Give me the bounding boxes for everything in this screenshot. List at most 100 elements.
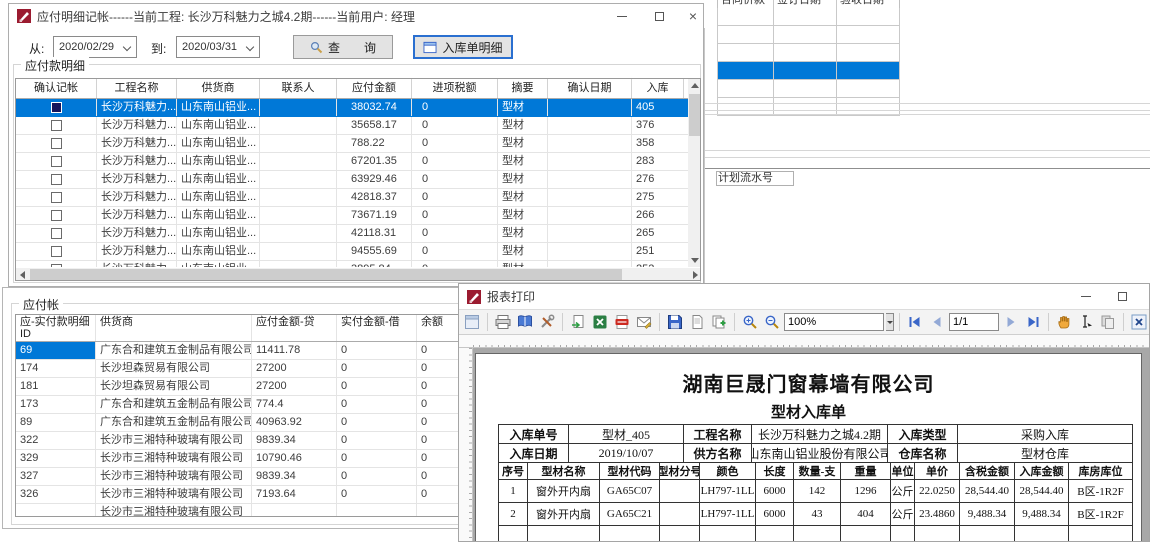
confirm-checkbox[interactable] [51,228,62,239]
zoom-in-icon[interactable] [740,312,760,332]
window-title: 应付明细记帐------当前工程: 长沙万科魅力之城4.2期------当前用户… [37,8,415,25]
zoom-level-input[interactable] [784,313,884,331]
column-header: 应付金额 [337,79,412,98]
table-row[interactable]: 174 长沙坦森贸易有限公司 27200 0 0 [16,360,526,378]
column-header: 单价 [915,463,960,480]
divider [705,103,1150,104]
table-row[interactable]: 长沙万科魅力... 山东南山铝业... 73671.19 0 型材 266 [16,207,688,225]
column-header: 摘要 [498,79,548,98]
email-icon[interactable] [634,312,654,332]
column-header: 实付金额-借 [337,315,417,341]
payable-detail-titlebar[interactable]: 应付明细记帐------当前工程: 长沙万科魅力之城4.2期------当前用户… [9,4,703,28]
table-row[interactable]: 长沙万科魅力... 山东南山铝业... 94555.69 0 型材 251 [16,243,688,261]
column-header: 确认日期 [548,79,632,98]
table-row[interactable]: 长沙万科魅力... 山东南山铝业... 67201.35 0 型材 283 [16,153,688,171]
detail-row: 2 窗外开内扇 GA65C21 LH797-1LL 6000 43 404 公斤… [499,503,1133,526]
table-row[interactable]: 327 长沙市三湘特种玻璃有限公司 9839.34 0 0 [16,468,526,486]
report-toolbar [459,309,1149,335]
next-page-icon[interactable] [1001,312,1021,332]
table-row[interactable]: 长沙万科魅力... 山东南山铝业... 35658.17 0 型材 376 [16,117,688,135]
horizontal-scrollbar[interactable] [16,268,701,281]
print-preview-area[interactable]: 湖南巨晟门窗幕墙有限公司 型材入库单 入库单号 型材_405 工程名称 长沙万科… [459,348,1149,541]
table-row[interactable]: 长沙万科魅力... 山东南山铝业... 788.22 0 型材 358 [16,135,688,153]
table-row[interactable] [717,44,900,62]
table-row[interactable]: 322 长沙市三湘特种玻璃有限公司 9839.34 0 0 [16,432,526,450]
report-form-title: 型材入库单 [476,401,1141,422]
last-page-icon[interactable] [1023,312,1043,332]
confirm-checkbox[interactable] [51,156,62,167]
book-icon[interactable] [515,312,535,332]
to-date-picker[interactable]: 2020/03/31 [176,36,260,58]
add-pages-icon[interactable] [709,312,729,332]
column-header: 入库 [632,79,684,98]
hand-tool-icon[interactable] [1054,312,1074,332]
copy-icon[interactable] [1098,312,1118,332]
inbound-detail-button[interactable]: 入库单明细 [413,35,513,59]
confirm-checkbox[interactable] [51,138,62,149]
table-row[interactable] [717,26,900,44]
separator [734,313,735,331]
scroll-right-button[interactable] [689,268,701,281]
previous-page-icon[interactable] [927,312,947,332]
report-detail-table: 序号 型材名称 型材代码 型材分号 颜色 长度 数量-支 重量 单位 单价 含税… [498,462,1133,541]
close-preview-icon[interactable] [1129,312,1149,332]
confirm-checkbox[interactable] [51,210,62,221]
first-page-icon[interactable] [905,312,925,332]
confirm-checkbox[interactable] [51,264,62,267]
print-icon[interactable] [493,312,513,332]
close-button[interactable]: × [681,4,705,28]
column-header: 含税金额 [960,463,1015,480]
table-row[interactable]: 181 长沙坦森贸易有限公司 27200 0 0 [16,378,526,396]
minimize-button[interactable] [607,4,637,28]
zoom-dropdown-button[interactable] [886,313,894,331]
table-row[interactable]: 长沙万科魅力... 山东南山铝业... 42818.37 0 型材 275 [16,189,688,207]
vertical-scrollbar[interactable] [688,79,701,267]
table-row[interactable] [717,80,900,98]
confirm-checkbox[interactable] [51,192,62,203]
table-row[interactable]: 89 广东合和建筑五金制品有限公司 40963.92 0 0 [16,414,526,432]
table-row[interactable]: 长沙万科魅力... 山东南山铝业... 38032.74 0 型材 405 [16,99,688,117]
window-icon[interactable] [462,312,482,332]
scroll-left-button[interactable] [16,268,29,281]
page-icon[interactable] [687,312,707,332]
chevron-down-icon [246,43,254,51]
column-header: 颜色 [700,463,756,480]
scroll-up-button[interactable] [688,79,701,92]
separator [1048,313,1049,331]
table-row[interactable]: 326 长沙市三湘特种玻璃有限公司 7193.64 0 0 [16,486,526,504]
export-icon[interactable] [568,312,588,332]
scrollbar-thumb[interactable] [689,94,701,136]
desktop: { "colors": { "selection_blue": "#0078d7… [0,0,1150,542]
table-row[interactable]: 173 广东合和建筑五金制品有限公司 774.4 0 0 [16,396,526,414]
table-row[interactable]: 长沙万科魅力... 山东南山铝业... 3895.84 0 型材 252 [16,261,688,267]
maximize-button[interactable] [644,4,674,28]
close-button[interactable]: × [1143,284,1150,308]
confirm-checkbox[interactable] [51,174,62,185]
pdf-export-icon[interactable] [612,312,632,332]
confirm-checkbox[interactable] [51,246,62,257]
maximize-button[interactable] [1107,284,1137,308]
confirm-checkbox[interactable] [51,102,62,113]
grid-body: 69 广东合和建筑五金制品有限公司 11411.78 0 0 174 长沙坦森贸… [16,342,526,517]
confirm-checkbox[interactable] [51,120,62,131]
table-row[interactable] [717,62,900,80]
minimize-button[interactable] [1071,284,1101,308]
report-print-titlebar[interactable]: 报表打印 × [459,284,1149,309]
table-row[interactable] [717,8,900,26]
zoom-out-icon[interactable] [762,312,782,332]
table-row[interactable]: 69 广东合和建筑五金制品有限公司 11411.78 0 0 [16,342,526,360]
from-date-picker[interactable]: 2020/02/29 [53,36,137,58]
tools-icon[interactable] [537,312,557,332]
text-select-tool-icon[interactable] [1076,312,1096,332]
table-row[interactable]: 329 长沙市三湘特种玻璃有限公司 10790.46 0 0 [16,450,526,468]
scroll-down-button[interactable] [688,254,701,267]
scrollbar-thumb[interactable] [30,269,622,280]
page-indicator-input[interactable] [949,313,999,331]
query-button[interactable]: 查 询 [293,35,393,59]
plan-serial-field: 计划流水号 [716,171,794,186]
table-row[interactable]: 长沙万科魅力... 山东南山铝业... 63929.46 0 型材 276 [16,171,688,189]
excel-export-icon[interactable] [590,312,610,332]
table-row[interactable]: 长沙市三湘特种玻璃有限公司 [16,504,526,517]
save-icon[interactable] [665,312,685,332]
table-row[interactable]: 长沙万科魅力... 山东南山铝业... 42118.31 0 型材 265 [16,225,688,243]
